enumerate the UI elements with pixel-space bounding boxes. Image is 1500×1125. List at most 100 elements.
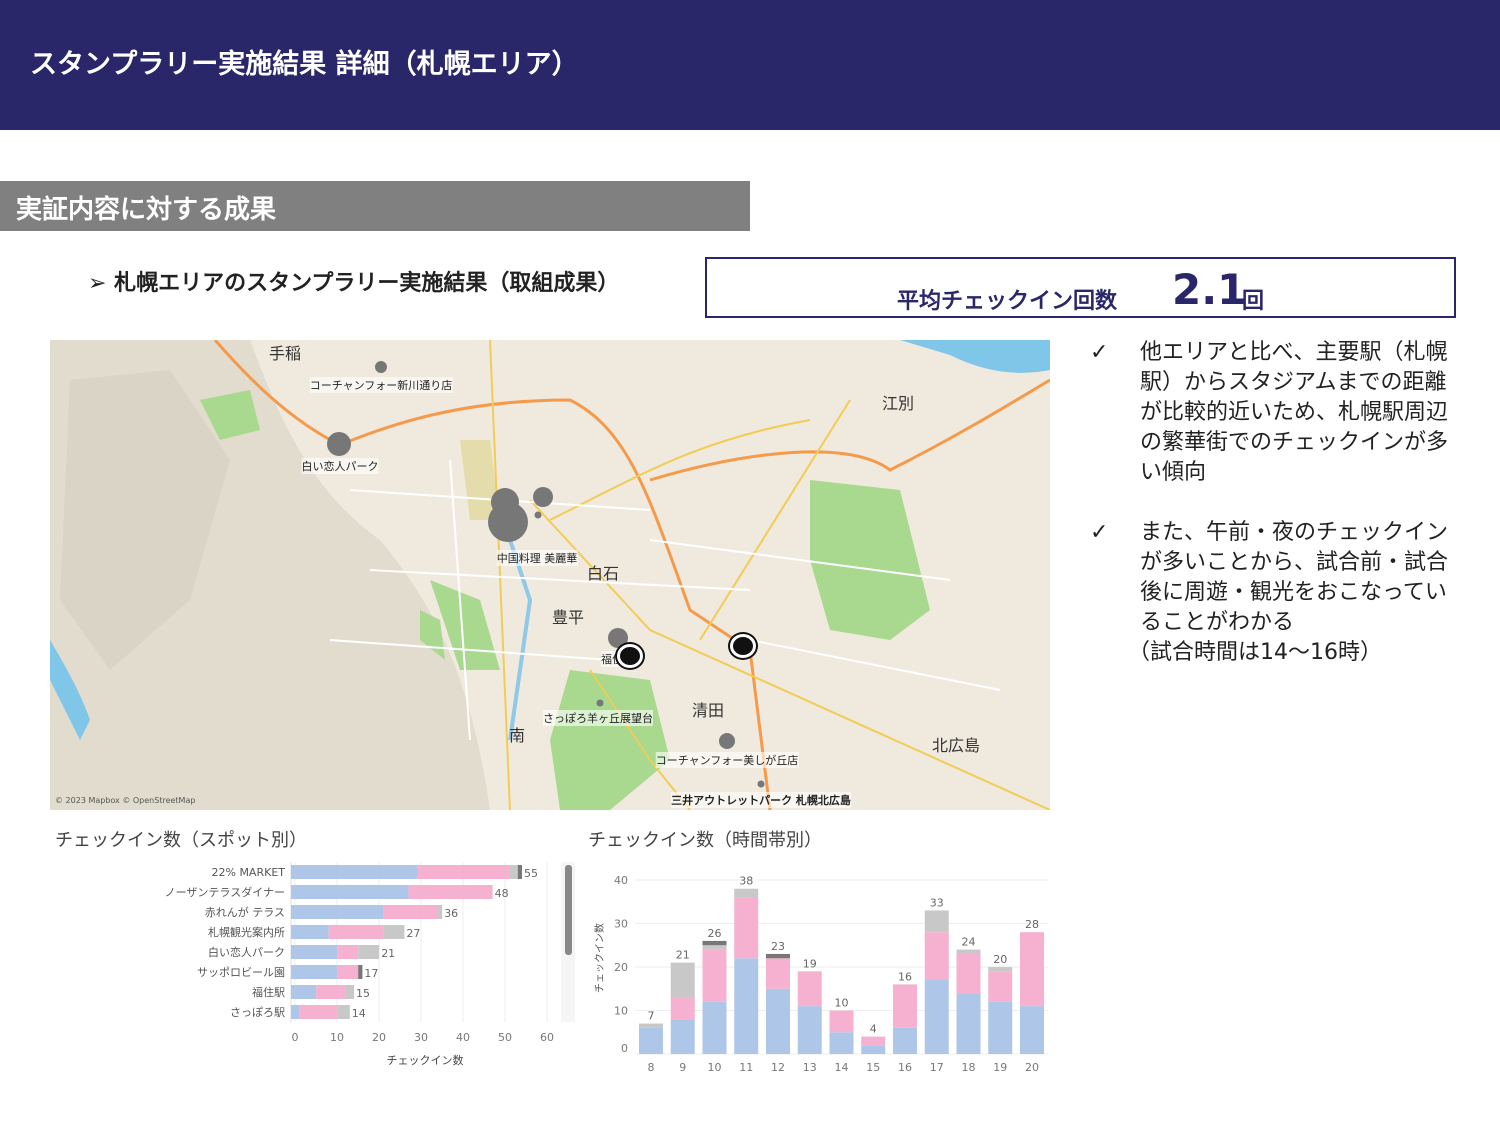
bar-segment-dark — [358, 965, 363, 979]
bar-segment-blue — [291, 985, 317, 999]
bar-segment-gray — [956, 949, 981, 954]
category-label: さっぽろ駅 — [230, 1006, 285, 1019]
bar-segment-gray — [734, 888, 759, 898]
x-tick-label: 14 — [835, 1061, 849, 1074]
y-tick-label: 10 — [614, 1005, 628, 1018]
data-label: 27 — [406, 927, 420, 940]
y-tick-label: 0 — [621, 1042, 628, 1055]
bar-segment-blue — [291, 1005, 300, 1019]
category-label: 赤れんが テラス — [205, 905, 285, 919]
data-label: 17 — [364, 967, 378, 980]
bar-segment-blue — [291, 965, 338, 979]
category-label: ノーザンテラスダイナー — [165, 885, 285, 899]
x-tick-label: 20 — [1025, 1061, 1039, 1074]
x-tick-label: 40 — [456, 1031, 470, 1044]
y-tick-label: 30 — [614, 918, 628, 931]
x-tick-label: 13 — [803, 1061, 817, 1074]
bar-segment-gray — [670, 962, 695, 998]
bar-segment-pink — [670, 997, 695, 1020]
bar-segment-pink — [861, 1036, 886, 1046]
x-tick-label: 0 — [292, 1031, 299, 1044]
bar-segment-blue — [797, 1006, 822, 1054]
data-label: 16 — [898, 970, 912, 983]
x-tick-label: 8 — [648, 1061, 655, 1074]
bar-segment-blue — [291, 905, 384, 919]
category-label: 札幌観光案内所 — [208, 925, 285, 939]
bar-segment-blue — [639, 1027, 663, 1054]
bar-segment-blue — [956, 993, 981, 1054]
x-tick-label: 50 — [498, 1031, 512, 1044]
bar-segment-blue — [893, 1027, 917, 1054]
bar-segment-blue — [291, 885, 409, 899]
bar-segment-pink — [328, 925, 384, 939]
bar-segment-pink — [383, 905, 438, 919]
bar-segment-gray — [924, 910, 949, 933]
bar-segment-pink — [337, 945, 359, 959]
y-axis-label: チェックイン数 — [593, 923, 606, 993]
data-label: 21 — [381, 947, 395, 960]
bar-segment-dark — [766, 953, 790, 959]
bar-segment-gray — [702, 945, 727, 950]
data-label: 33 — [930, 896, 944, 909]
x-tick-label: 12 — [771, 1061, 785, 1074]
category-label: サッポロビール園 — [197, 966, 285, 979]
x-tick-label: 17 — [930, 1061, 944, 1074]
bar-segment-pink — [766, 958, 790, 989]
bar-segment-pink — [893, 984, 917, 1028]
data-label: 36 — [444, 907, 458, 920]
bar-segment-dark — [517, 865, 522, 879]
data-label: 19 — [803, 957, 817, 970]
bar-segment-pink — [829, 1010, 854, 1033]
y-tick-label: 20 — [614, 961, 628, 974]
bar-segment-pink — [337, 965, 359, 979]
bar-segment-pink — [988, 971, 1013, 1002]
data-label: 28 — [1025, 918, 1039, 931]
bar-segment-blue — [734, 958, 759, 1054]
category-label: 22% MARKET — [212, 866, 286, 879]
bar-segment-blue — [829, 1032, 854, 1054]
x-tick-label: 60 — [540, 1031, 554, 1044]
data-label: 20 — [993, 953, 1007, 966]
data-label: 7 — [648, 1010, 655, 1023]
data-label: 23 — [771, 940, 785, 953]
bar-segment-blue — [924, 980, 949, 1054]
bar-segment-blue — [988, 1001, 1013, 1054]
bar-segment-pink — [924, 932, 949, 981]
x-tick-label: 19 — [993, 1061, 1007, 1074]
bar-segment-pink — [316, 985, 346, 999]
bar-segment-blue — [670, 1019, 695, 1054]
x-tick-label: 10 — [330, 1031, 344, 1044]
bar-segment-pink — [408, 885, 493, 899]
x-tick-label: 30 — [414, 1031, 428, 1044]
x-tick-label: 9 — [679, 1061, 686, 1074]
bar-segment-gray — [345, 985, 354, 999]
data-label: 55 — [524, 867, 538, 880]
x-tick-label: 15 — [866, 1061, 880, 1074]
data-label: 21 — [676, 949, 690, 962]
data-label: 15 — [356, 987, 370, 1000]
x-tick-label: 18 — [962, 1061, 976, 1074]
bar-segment-blue — [766, 988, 790, 1054]
x-tick-label: 11 — [739, 1061, 753, 1074]
bar-segment-gray — [509, 865, 518, 879]
scrollbar-thumb[interactable] — [565, 865, 572, 955]
bar-segment-pink — [1020, 932, 1044, 1007]
bar-segment-gray — [639, 1023, 663, 1028]
data-label: 4 — [870, 1023, 877, 1036]
x-axis-label: チェックイン数 — [387, 1054, 464, 1067]
bar-segment-gray — [438, 905, 443, 919]
data-label: 10 — [835, 997, 849, 1010]
data-label: 14 — [352, 1007, 366, 1020]
category-label: 福住駅 — [252, 985, 285, 999]
data-label: 24 — [962, 936, 976, 949]
bar-segment-blue — [1020, 1006, 1044, 1054]
bar-segment-gray — [383, 925, 405, 939]
bar-segment-blue — [291, 925, 329, 939]
x-tick-label: 10 — [708, 1061, 722, 1074]
data-label: 38 — [739, 875, 753, 888]
data-label: 48 — [495, 887, 509, 900]
y-tick-label: 40 — [614, 874, 628, 887]
bar-segment-blue — [702, 1001, 727, 1054]
data-label: 26 — [708, 927, 722, 940]
bar-segment-blue — [291, 865, 417, 879]
